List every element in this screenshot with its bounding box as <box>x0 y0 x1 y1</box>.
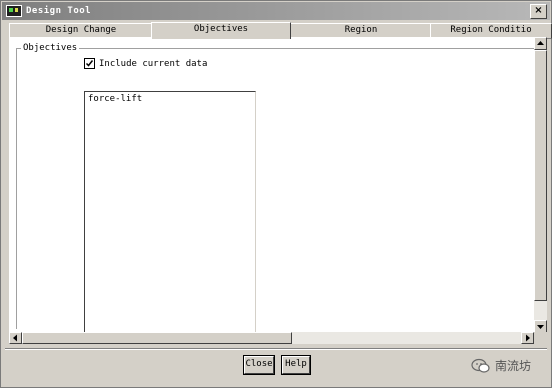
close-button[interactable]: Close <box>244 356 274 374</box>
scroll-right-button[interactable] <box>521 332 534 344</box>
include-current-data-row[interactable]: Include current data <box>84 58 207 69</box>
window-title: Design Tool <box>26 6 92 16</box>
tab-objectives[interactable]: Objectives <box>151 22 291 39</box>
objectives-listbox[interactable]: force-lift <box>84 91 256 333</box>
close-window-button[interactable]: × <box>530 4 547 19</box>
help-button[interactable]: Help <box>282 356 310 374</box>
arrow-right-icon <box>526 334 530 342</box>
include-current-data-checkbox[interactable] <box>84 58 95 69</box>
horizontal-scrollbar[interactable] <box>9 332 534 344</box>
arrow-left-icon <box>13 334 17 342</box>
watermark-text: 南流坊 <box>495 359 532 373</box>
horizontal-scroll-thumb[interactable] <box>22 332 292 344</box>
vertical-scrollbar[interactable] <box>534 37 547 333</box>
scroll-up-button[interactable] <box>534 37 547 50</box>
include-current-data-label: Include current data <box>99 58 208 69</box>
list-item[interactable]: force-lift <box>88 94 142 104</box>
watermark: 南流坊 <box>471 357 531 374</box>
scrollbar-corner <box>534 332 547 344</box>
tab-strip: Design Change Objectives Region Region C… <box>9 22 552 39</box>
arrow-down-icon <box>537 325 544 329</box>
app-icon <box>6 5 22 17</box>
vertical-scroll-thumb[interactable] <box>534 50 547 301</box>
objectives-group-label: Objectives <box>21 43 80 54</box>
checkmark-icon <box>85 60 94 67</box>
objectives-panel: Objectives Include current data force-li… <box>9 37 544 334</box>
footer-separator <box>5 348 547 350</box>
arrow-up-icon <box>537 41 544 45</box>
title-bar[interactable]: Design Tool × <box>2 2 550 20</box>
design-tool-window: Design Tool × Design Change Objectives R… <box>0 0 552 388</box>
chat-bubble-icon <box>471 358 490 373</box>
scroll-left-button[interactable] <box>9 332 22 344</box>
